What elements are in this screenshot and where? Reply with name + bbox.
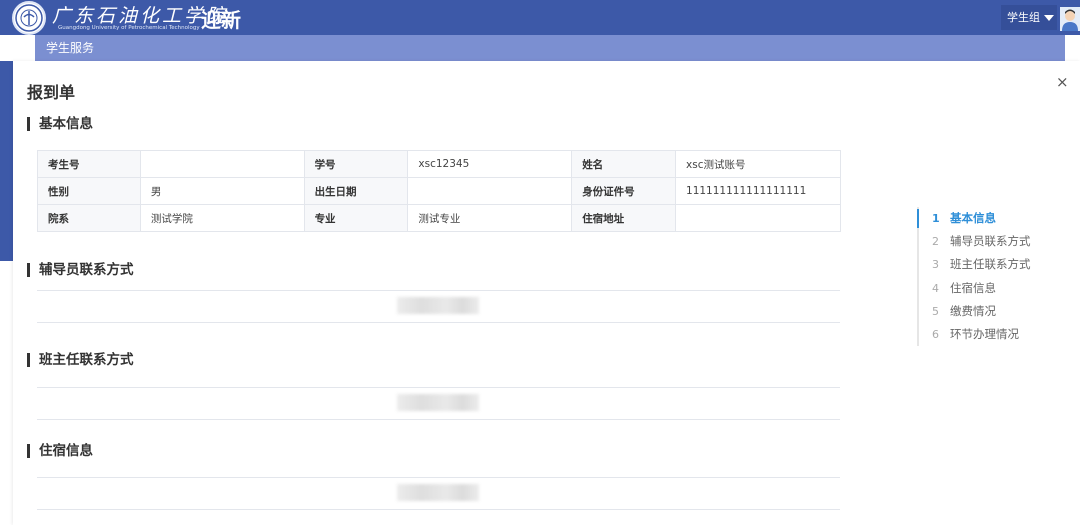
anchor-item-head-teacher[interactable]: 3 班主任联系方式 xyxy=(919,253,1031,276)
field-value: 测试学院 xyxy=(139,204,305,232)
close-icon[interactable]: × xyxy=(1056,73,1069,91)
counselor-contact-panel xyxy=(37,290,840,323)
field-value xyxy=(139,150,305,178)
field-label: 出生日期 xyxy=(303,177,409,205)
school-emblem-icon xyxy=(12,1,46,35)
student-services-link[interactable]: 学生服务 xyxy=(46,41,94,55)
field-value: xsc12345 xyxy=(407,150,573,178)
anchor-label: 基本信息 xyxy=(950,211,996,225)
basic-info-table: 考生号 学号 xsc12345 姓名 xsc测试账号 性别 男 出生日期 身份证… xyxy=(37,150,841,232)
anchor-number: 3 xyxy=(932,258,939,272)
anchor-item-counselor[interactable]: 2 辅导员联系方式 xyxy=(919,230,1031,253)
field-value: 男 xyxy=(139,177,305,205)
accommodation-info-panel xyxy=(37,477,840,510)
anchor-item-accommodation[interactable]: 4 住宿信息 xyxy=(919,277,1031,300)
anchor-number: 2 xyxy=(932,235,939,249)
anchor-label: 班主任联系方式 xyxy=(950,257,1031,272)
sub-navigation-bar: 学生服务 xyxy=(35,35,1065,61)
caret-down-icon xyxy=(1044,15,1054,21)
anchor-number: 4 xyxy=(932,281,939,295)
redacted-content xyxy=(397,394,479,411)
field-label: 院系 xyxy=(37,204,141,232)
app-title: 迎新 xyxy=(201,8,241,32)
section-anchor-nav: 1 基本信息 2 辅导员联系方式 3 班主任联系方式 4 住宿信息 5 缴费情况 6 环节办… xyxy=(917,207,1031,347)
anchor-number: 6 xyxy=(932,327,939,341)
anchor-label: 缴费情况 xyxy=(950,303,996,318)
user-group-dropdown[interactable]: 学生组 xyxy=(1001,5,1057,30)
section-title-counselor: 辅导员联系方式 xyxy=(27,263,134,277)
field-label: 学号 xyxy=(303,150,409,178)
redacted-content xyxy=(397,297,479,314)
anchor-number: 5 xyxy=(932,304,939,318)
field-label: 专业 xyxy=(303,204,409,232)
field-value xyxy=(675,204,841,232)
field-value: 测试专业 xyxy=(407,204,573,232)
field-label: 住宿地址 xyxy=(571,204,677,232)
top-header-bar: 广东石油化工学院 Guangdong University of Petroch… xyxy=(0,0,1080,35)
field-value: 111111111111111111 xyxy=(675,177,841,205)
section-title-head-teacher: 班主任联系方式 xyxy=(27,353,134,367)
user-group-label: 学生组 xyxy=(1007,11,1040,24)
table-row: 院系 测试学院 专业 测试专业 住宿地址 xyxy=(37,204,841,232)
anchor-item-process-status[interactable]: 6 环节办理情况 xyxy=(919,323,1031,346)
field-value xyxy=(407,177,573,205)
anchor-label: 辅导员联系方式 xyxy=(950,234,1031,249)
section-title-basic-info: 基本信息 xyxy=(27,117,93,131)
field-label: 身份证件号 xyxy=(571,177,677,205)
section-title-accommodation: 住宿信息 xyxy=(27,444,93,458)
anchor-item-payment[interactable]: 5 缴费情况 xyxy=(919,300,1031,323)
anchor-label: 环节办理情况 xyxy=(950,326,1019,341)
anchor-label: 住宿信息 xyxy=(950,280,996,295)
avatar[interactable] xyxy=(1060,7,1080,31)
modal-title: 报到单 xyxy=(27,83,76,102)
table-row: 性别 男 出生日期 身份证件号 111111111111111111 xyxy=(37,177,841,205)
field-label: 性别 xyxy=(37,177,141,205)
school-english-name: Guangdong University of Petrochemical Te… xyxy=(58,25,200,31)
anchor-item-basic-info[interactable]: 1 基本信息 xyxy=(917,207,1031,230)
registration-form-modal: 报到单 × 基本信息 考生号 学号 xsc12345 姓名 xsc测试账号 性别… xyxy=(13,61,1080,525)
table-row: 考生号 学号 xsc12345 姓名 xsc测试账号 xyxy=(37,150,841,178)
head-teacher-contact-panel xyxy=(37,387,840,420)
field-value: xsc测试账号 xyxy=(675,150,841,178)
background-panel-edge xyxy=(0,61,13,261)
redacted-content xyxy=(397,484,479,501)
field-label: 姓名 xyxy=(571,150,677,178)
field-label: 考生号 xyxy=(37,150,141,178)
anchor-number: 1 xyxy=(932,212,940,225)
